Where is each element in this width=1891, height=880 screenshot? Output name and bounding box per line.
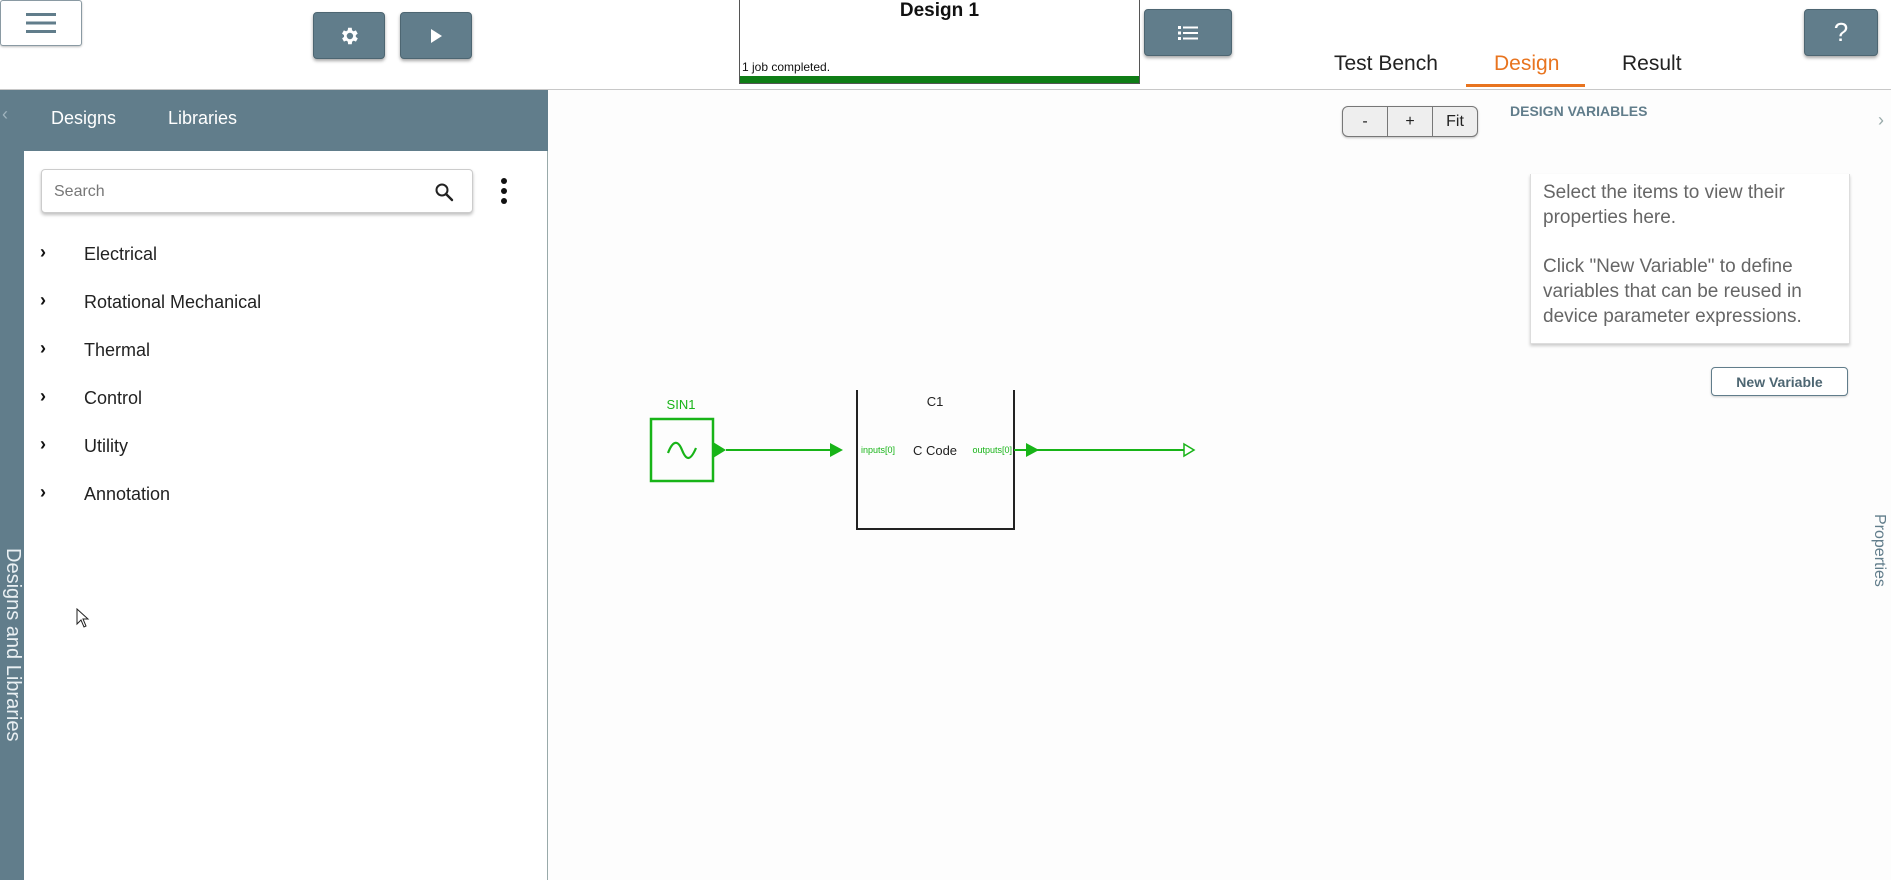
properties-side-tab[interactable]: Properties [1870, 514, 1888, 587]
tree-item-label: Annotation [84, 484, 171, 504]
chevron-right-icon[interactable]: › [40, 386, 46, 407]
sin1-output-port[interactable] [713, 442, 726, 458]
chevron-right-icon[interactable]: › [1878, 110, 1884, 131]
chevron-right-icon[interactable]: › [40, 338, 46, 359]
c1-input-port[interactable] [830, 443, 843, 457]
tree-item-label: Thermal [84, 340, 151, 360]
chevron-right-icon[interactable]: › [40, 482, 46, 503]
tree-item-annotation[interactable]: › Annotation [24, 478, 524, 510]
design-status-panel: Design 1 1 job completed. [739, 0, 1140, 84]
chevron-right-icon[interactable]: › [40, 242, 46, 263]
tab-result[interactable]: Result [1622, 52, 1682, 76]
zoom-controls: - + Fit [1342, 106, 1478, 137]
tab-libraries[interactable]: Libraries [168, 108, 237, 129]
top-toolbar: Design 1 1 job completed. Test Bench Des… [0, 0, 1891, 90]
chevron-right-icon[interactable]: › [40, 290, 46, 311]
search-icon[interactable] [434, 182, 454, 202]
side-tab-label: Designs and Libraries [2, 548, 24, 742]
hamburger-icon [26, 13, 56, 33]
info-text-new-variable: Click "New Variable" to define variables… [1543, 256, 1802, 327]
tree-item-label: Rotational Mechanical [84, 292, 262, 312]
library-panel: Designs Libraries › Electrical › Rotatio… [24, 90, 548, 880]
c1-output-port-label: outputs[0] [972, 445, 1012, 455]
design-variables-title: DESIGN VARIABLES [1510, 103, 1648, 119]
active-tab-indicator [1466, 84, 1585, 87]
open-wire-end[interactable] [1183, 442, 1196, 458]
gear-icon [342, 27, 358, 44]
tree-item-label: Utility [84, 436, 128, 456]
sin1-name-label: SIN1 [667, 397, 696, 412]
design-title: Design 1 [899, 0, 980, 21]
job-progress-bar [740, 76, 1139, 83]
tree-item-label: Control [84, 388, 143, 408]
list-icon [1178, 25, 1198, 40]
c1-name-label: C1 [927, 394, 944, 409]
chevron-right-icon[interactable]: › [40, 434, 46, 455]
mouse-cursor-icon [76, 608, 90, 628]
menu-button[interactable] [0, 0, 82, 46]
zoom-fit-button[interactable]: Fit [1433, 107, 1477, 136]
tab-design[interactable]: Design [1494, 52, 1559, 76]
tree-item-label: Electrical [84, 244, 158, 264]
tree-item-utility[interactable]: › Utility [24, 430, 524, 462]
play-icon [431, 28, 442, 43]
settings-button[interactable] [313, 12, 385, 59]
library-panel-header: Designs Libraries [24, 90, 548, 151]
new-variable-button[interactable]: New Variable [1711, 367, 1848, 396]
c1-block-label: C Code [913, 443, 957, 458]
tree-item-electrical[interactable]: › Electrical [24, 238, 524, 270]
run-button[interactable] [400, 12, 472, 59]
zoom-out-button[interactable]: - [1343, 107, 1388, 136]
tab-test-bench[interactable]: Test Bench [1334, 52, 1438, 76]
design-variables-info: Select the items to view their propertie… [1530, 174, 1850, 344]
job-list-button[interactable] [1144, 9, 1232, 56]
zoom-in-button[interactable]: + [1388, 107, 1433, 136]
job-status-text: 1 job completed. [742, 60, 831, 74]
tree-item-control[interactable]: › Control [24, 382, 524, 414]
search-input[interactable] [54, 180, 414, 204]
info-text-select: Select the items to view their propertie… [1543, 182, 1785, 228]
more-options-icon[interactable] [494, 175, 514, 209]
schematic: SIN1 C1 inputs[0] C Code outputs[0] [649, 390, 1196, 530]
tree-item-rotational-mechanical[interactable]: › Rotational Mechanical [24, 286, 524, 318]
designs-libraries-side-tab[interactable]: ‹ Designs and Libraries [0, 90, 24, 880]
help-button[interactable]: ? [1804, 9, 1878, 56]
sine-wave-icon [666, 441, 698, 460]
chevron-left-icon[interactable]: ‹ [2, 104, 8, 125]
tab-designs[interactable]: Designs [51, 108, 116, 129]
c1-input-port-label: inputs[0] [861, 445, 895, 455]
search-box [41, 169, 473, 213]
c-code-block[interactable] [856, 390, 1015, 530]
tree-item-thermal[interactable]: › Thermal [24, 334, 524, 366]
